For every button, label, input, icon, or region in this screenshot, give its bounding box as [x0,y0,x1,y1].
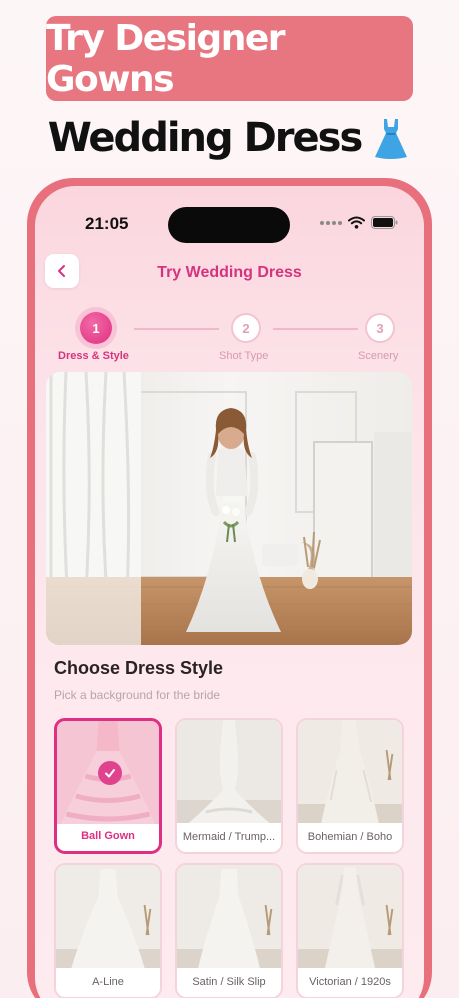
page-title: Try Wedding Dress [157,264,302,281]
dress-style-card-bohemian[interactable]: Bohemian / Boho [296,718,404,854]
wifi-icon [348,216,365,229]
dress-style-label: Ball Gown [81,830,135,842]
bride-preview-image [46,372,412,645]
dress-style-label: Mermaid / Trump... [182,831,276,843]
signal-icon [320,220,342,225]
step-2-label: Shot Type [219,350,269,362]
step-3-indicator[interactable]: 3 [365,313,395,343]
dress-style-label: Victorian / 1920s [309,976,391,988]
promo-banner: Try Designer Gowns [46,16,413,101]
section-subtitle: Pick a background for the bride [54,688,221,702]
dress-style-card-ball-gown[interactable]: Ball Gown [54,718,162,854]
dress-thumbnail [177,865,281,968]
progress-stepper: 1 2 3 Dress & Style Shot Type Scenery [35,302,424,362]
dress-thumbnail [298,865,402,968]
section-title: Choose Dress Style [54,658,224,678]
dress-style-card-victorian[interactable]: Victorian / 1920s [296,863,404,998]
dress-style-card-a-line[interactable]: A-Line [54,863,162,998]
promo-subheadline-row: Wedding Dress [0,110,459,166]
dress-thumbnail [177,720,281,823]
step-1-label: Dress & Style [58,350,129,362]
dress-thumbnail [56,865,160,968]
status-time: 21:05 [85,214,129,233]
promo-headline: Try Designer Gowns [46,17,286,100]
promo-subheadline: Wedding Dress [47,115,364,161]
status-icons [320,216,398,229]
battery-icon [371,216,398,229]
dress-style-label: A-Line [92,976,124,988]
step-3-label: Scenery [358,350,399,362]
app-screen: 21:05 Try Wedding Dress 1 2 3 Dress & St… [35,186,424,998]
dress-style-label: Bohemian / Boho [307,831,393,843]
step-1-indicator[interactable]: 1 [80,312,112,344]
step-connector [273,328,358,330]
step-2-indicator[interactable]: 2 [231,313,261,343]
dynamic-island [168,207,290,243]
dress-thumbnail [298,720,402,823]
step-connector [134,328,219,330]
dress-style-card-satin-slip[interactable]: Satin / Silk Slip [175,863,283,998]
selected-check-icon [98,761,122,785]
dress-style-label: Satin / Silk Slip [192,976,266,988]
dress-style-card-mermaid[interactable]: Mermaid / Trump... [175,718,283,854]
dress-icon [375,119,408,159]
phone-frame: 21:05 Try Wedding Dress 1 2 3 Dress & St… [27,178,432,998]
